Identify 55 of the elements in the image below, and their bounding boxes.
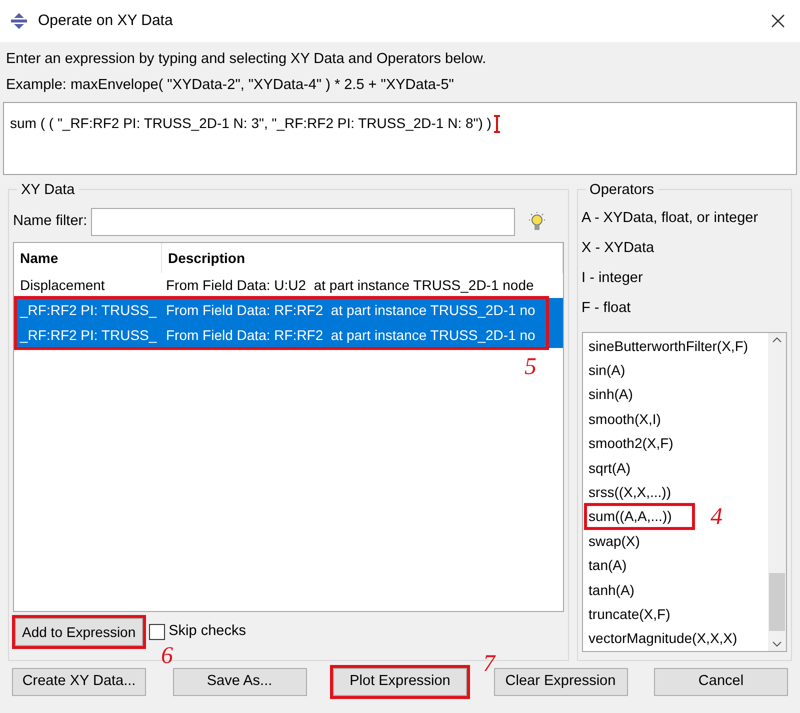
legend-text: F - float	[582, 299, 632, 318]
app-icon	[10, 12, 28, 30]
expression-text: sum ( ( "_RF:RF2 PI: TRUSS_2D-1 N: 3", "_RF:RF2 PI: TRUSS_2D-1 N: 8") )	[10, 114, 492, 133]
operator-item[interactable]: tan(A)	[586, 555, 629, 576]
window-title: Operate on XY Data	[38, 10, 174, 31]
close-icon	[770, 13, 786, 29]
name-cell-text: _RF:RF2 PI: TRUSS_	[18, 301, 158, 320]
add-to-expression-button[interactable]: Add to Expression	[15, 618, 143, 646]
operator-item[interactable]: srss((X,X,...))	[586, 482, 673, 504]
dialog-button[interactable]: Create XY Data...	[12, 668, 146, 696]
description-cell-text: From Field Data: U:U2 at part instance TRUSS_2D-1 node	[165, 276, 535, 295]
callout-number: 5	[524, 354, 537, 380]
callout-number: 6	[161, 643, 173, 669]
column-header[interactable]: Name	[14, 243, 162, 273]
table-row[interactable]: Displacement From Field Data: U:U2 at part instance TRUSS_2D-1 node	[14, 273, 563, 298]
name-cell-text: Displacement	[19, 276, 106, 295]
callout-number: 4	[710, 504, 723, 530]
filter-label: Name filter:	[13, 212, 88, 232]
scroll-up-icon[interactable]	[772, 337, 782, 343]
scrollbar[interactable]	[768, 333, 786, 651]
callout-number: 7	[483, 651, 495, 677]
scroll-down-icon[interactable]	[772, 641, 782, 647]
operator-item[interactable]: vectorMagnitude(X,X,X)	[586, 628, 740, 650]
legend-text: I - integer	[582, 269, 644, 288]
lightbulb-icon[interactable]	[527, 211, 548, 233]
table-row[interactable]: _RF:RF2 PI: TRUSS_ From Field Data: RF:RF2 at part instance TRUSS_2D-1 no	[14, 298, 563, 323]
operator-item[interactable]: tanh(A)	[586, 580, 636, 601]
operator-item[interactable]: sin(A)	[586, 360, 628, 382]
operator-item[interactable]: swap(X)	[586, 530, 642, 552]
skip-checks-checkbox[interactable]	[148, 624, 165, 640]
legend-text: A - XYData, float, or integer	[582, 209, 760, 228]
name-cell-text: _RF:RF2 PI: TRUSS_	[18, 326, 158, 345]
instruction-text: Enter an expression by typing and selecting XY Data and Operators below.	[6, 50, 488, 68]
text-cursor-icon	[493, 114, 502, 132]
operator-item[interactable]: truncate(X,F)	[586, 604, 672, 625]
expression-field[interactable]: sum ( ( "_RF:RF2 PI: TRUSS_2D-1 N: 3", "_RF:RF2 PI: TRUSS_2D-1 N: 8") )	[3, 102, 797, 175]
dialog-button[interactable]: Plot Expression	[333, 668, 467, 696]
name-filter-field[interactable]	[91, 208, 516, 236]
description-cell-text: From Field Data: RF:RF2 at part instance TRUSS_2D-1 no	[165, 301, 536, 320]
dialog-button[interactable]: Save As...	[172, 668, 306, 696]
operator-item[interactable]: sum((A,A,...))	[586, 506, 692, 528]
checkbox-label: Skip checks	[168, 622, 246, 642]
column-header[interactable]: Description	[162, 243, 563, 273]
operator-item[interactable]: sinh(A)	[586, 384, 635, 406]
scrollbar-thumb[interactable]	[769, 573, 785, 631]
description-cell-text: From Field Data: RF:RF2 at part instance TRUSS_2D-1 no	[165, 326, 536, 345]
operator-item[interactable]: sqrt(A)	[586, 458, 633, 479]
table-row[interactable]: _RF:RF2 PI: TRUSS_ From Field Data: RF:RF2 at part instance TRUSS_2D-1 no	[14, 323, 563, 348]
operator-item[interactable]: smooth(X,I)	[586, 408, 663, 430]
legend-text: X - XYData	[582, 239, 656, 258]
dialog-button[interactable]: Clear Expression	[494, 668, 628, 696]
operator-item[interactable]: sineButterworthFilter(X,F)	[586, 336, 750, 357]
dialog-button[interactable]: Cancel	[654, 668, 788, 696]
instruction-text: Example: maxEnvelope( "XYData-2", "XYData-4" ) * 2.5 + "XYData-5"	[6, 76, 455, 94]
operator-item[interactable]: smooth2(X,F)	[586, 433, 676, 454]
